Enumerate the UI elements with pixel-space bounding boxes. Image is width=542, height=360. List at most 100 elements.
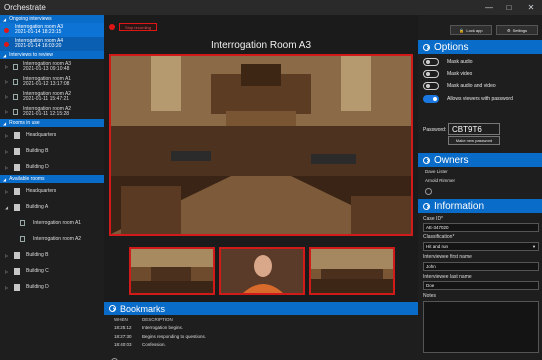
review-item[interactable]: ▷ Interrogation room A3 2021-01-13 09:10:4… — [0, 59, 104, 74]
when-column-header[interactable]: WHEN — [104, 317, 142, 322]
camera-thumbnail[interactable] — [129, 247, 215, 295]
building-item[interactable]: ▷ Headquarters — [0, 183, 104, 199]
close-button[interactable]: ✕ — [524, 0, 538, 15]
bookmark-description: Confession. — [142, 342, 166, 348]
building-label: Building A — [26, 204, 49, 210]
lock-icon: 🔒 — [459, 27, 465, 33]
ongoing-interview-item[interactable]: Interrogation room A4 2021-01-14 16:03:20 — [0, 37, 104, 51]
review-time: 2021-01-12 13:17:08 — [23, 80, 70, 87]
add-owner-icon[interactable] — [425, 188, 432, 195]
ongoing-time: 2021-01-14 16:03:20 — [15, 43, 62, 49]
room-label: Interrogation room A2 — [33, 236, 82, 242]
expand-icon: ▷ — [5, 164, 9, 170]
rooms-in-use-header[interactable]: ◢ Rooms in use — [0, 119, 104, 127]
building-label: Headquarters — [26, 132, 57, 138]
ongoing-header[interactable]: ◢ Ongoing interviews — [0, 15, 104, 23]
collapse-circle-icon — [423, 156, 430, 164]
room-item[interactable]: Interrogation room A1 — [0, 215, 104, 231]
review-time: 2021-01-11 15:47:21 — [23, 95, 70, 102]
review-header-label: Interviews to review — [9, 52, 53, 58]
review-time: 2021-01-13 09:10:48 — [23, 65, 70, 72]
expand-icon: ▷ — [5, 252, 9, 258]
password-field[interactable]: CBT9T6 — [448, 123, 500, 135]
table-row[interactable]: 18:40:03 Confession. — [104, 341, 418, 350]
option-row[interactable]: Mask audio and video — [423, 81, 496, 90]
building-item[interactable]: ◢ Building A — [0, 199, 104, 215]
notes-field[interactable] — [423, 301, 539, 353]
room-item[interactable]: Interrogation room A2 — [0, 231, 104, 247]
camera-thumbnail[interactable] — [219, 247, 305, 295]
bookmark-time: 18:27:30 — [114, 333, 132, 339]
main-video-feed[interactable] — [109, 54, 413, 236]
owner-name: Arnold Rimmer — [425, 178, 456, 183]
owners-header[interactable]: Owners — [418, 153, 542, 167]
information-title: Information — [434, 200, 485, 212]
expand-icon: ▷ — [5, 284, 9, 290]
building-item[interactable]: ▷ Building B — [0, 247, 104, 263]
building-icon — [14, 131, 20, 139]
allow-viewers-toggle[interactable] — [423, 94, 439, 103]
table-row[interactable]: 18:25:12 Interrogation begins. — [104, 324, 418, 333]
camera-thumbnails — [129, 247, 395, 295]
building-item[interactable]: ▷ Building B — [0, 143, 104, 159]
building-item[interactable]: ▷ Building C — [0, 263, 104, 279]
building-icon — [14, 163, 20, 171]
review-header[interactable]: ◢ Interviews to review — [0, 51, 104, 59]
classification-select[interactable]: Hit and run ▼ — [423, 242, 539, 251]
bookmarks-panel: Bookmarks WHEN DESCRIPTION 18:25:12 Interr… — [104, 302, 418, 360]
minimize-button[interactable]: — — [482, 0, 496, 15]
case-id-field[interactable]: AE-347020 — [423, 223, 539, 232]
expand-icon: ▷ — [5, 188, 9, 194]
right-panel: 🔒 Lock app ⚙ Settings Options Mask audio M… — [418, 15, 542, 360]
last-name-label: Interviewee last name — [423, 274, 472, 280]
description-column-header[interactable]: DESCRIPTION — [142, 317, 173, 322]
review-item[interactable]: ▷ Interrogation room A2 2021-01-11 12:15:2… — [0, 104, 104, 119]
table-row[interactable]: 18:27:30 Begins responding to questions. — [104, 332, 418, 341]
mask-audio-video-toggle[interactable] — [423, 81, 439, 90]
make-new-password-button[interactable]: Make new password — [448, 136, 500, 145]
room-label: Interrogation room A1 — [33, 220, 82, 226]
review-item[interactable]: ▷ Interrogation room A2 2021-01-11 15:47:2… — [0, 89, 104, 104]
building-label: Building B — [26, 148, 49, 154]
mask-audio-toggle[interactable] — [423, 57, 439, 66]
bookmark-time: 18:40:03 — [114, 342, 132, 348]
building-label: Headquarters — [26, 188, 57, 194]
building-label: Building D — [26, 164, 49, 170]
building-item[interactable]: ▷ Building D — [0, 279, 104, 295]
bookmarks-header[interactable]: Bookmarks — [104, 302, 418, 315]
last-name-field[interactable]: Doe — [423, 281, 539, 290]
chevron-down-icon: ▼ — [532, 244, 536, 249]
recording-icon — [4, 41, 9, 47]
suspect-thumbnail-image — [221, 249, 303, 293]
app-title: Orchestrate — [4, 3, 46, 12]
available-rooms-header[interactable]: ◢ Available rooms — [0, 175, 104, 183]
option-row[interactable]: Allows viewers with password — [423, 94, 513, 103]
options-header[interactable]: Options — [418, 40, 542, 54]
classification-label: Classification* — [423, 234, 455, 240]
option-row[interactable]: Mask video — [423, 69, 472, 78]
option-row[interactable]: Mask audio — [423, 57, 473, 66]
building-item[interactable]: ▷ Headquarters — [0, 127, 104, 143]
ongoing-interview-item[interactable]: Interrogation room A3 2021-01-14 18:23:15 — [0, 23, 104, 37]
sidebar: ◢ Ongoing interviews Interrogation room A… — [0, 15, 104, 360]
document-icon — [13, 78, 18, 85]
camera-thumbnail[interactable] — [309, 247, 395, 295]
option-label: Mask audio — [447, 58, 473, 65]
document-icon — [13, 63, 18, 70]
first-name-field[interactable]: John — [423, 262, 539, 271]
document-icon — [13, 93, 18, 100]
lock-app-button[interactable]: 🔒 Lock app — [450, 25, 492, 35]
notes-label: Notes — [423, 293, 437, 299]
owner-name: Dave Lister — [425, 169, 448, 174]
information-header[interactable]: Information — [418, 199, 542, 213]
collapse-circle-icon — [423, 202, 430, 210]
settings-button[interactable]: ⚙ Settings — [496, 25, 538, 35]
maximize-button[interactable]: □ — [502, 0, 516, 15]
stop-recording-button[interactable]: Stop recording — [119, 23, 157, 31]
expand-icon: ▷ — [5, 64, 9, 69]
courtroom-image — [111, 56, 411, 234]
mask-video-toggle[interactable] — [423, 69, 439, 78]
building-item[interactable]: ▷ Building D — [0, 159, 104, 175]
collapse-circle-icon — [109, 305, 116, 312]
review-item[interactable]: ▷ Interrogation room A1 2021-01-12 13:17:0… — [0, 74, 104, 89]
